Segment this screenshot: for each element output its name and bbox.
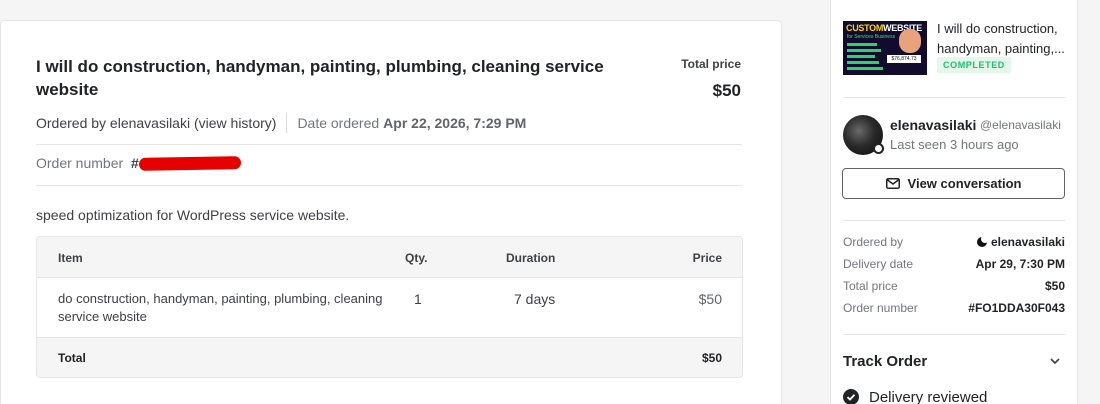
order-number-redaction [138,156,241,171]
chevron-down-icon[interactable] [1047,353,1063,369]
total-price-label-side: Total price [843,279,898,293]
order-number-value-side: #FO1DDA30F043 [968,301,1065,315]
status-dot-icon [873,143,884,154]
view-conversation-label: View conversation [907,176,1022,191]
status-badge: COMPLETED [937,57,1011,73]
table-header: Item Qty. Duration Price [37,237,742,278]
meta-divider [286,113,288,133]
order-number-label-side: Order number [843,301,918,315]
detail-row: Total price $50 [843,279,1065,295]
view-conversation-button[interactable]: View conversation [842,168,1065,199]
thumb-bar [847,67,883,70]
row-qty: 1 [414,291,422,307]
total-label: Total [58,351,86,365]
seller-username[interactable]: elenavasilaki [890,117,976,133]
thumb-bar [847,61,879,64]
thumb-headline-a: CUSTOM [846,23,884,33]
row-item: do construction, handyman, painting, plu… [58,290,383,326]
detail-row: Ordered by elenavasilaki [843,235,1065,251]
total-price-label: Total price [681,57,741,71]
ordered-by-text[interactable]: Ordered by elenavasilaki (view history) [36,115,276,131]
divider [36,144,742,145]
order-meta: Ordered by elenavasilaki (view history) … [36,113,526,133]
order-number-label: Order number [36,155,124,171]
row-item-line2: service website [58,309,147,324]
row-price: $50 [698,291,722,307]
header-price: Price [692,251,722,265]
order-description: speed optimization for WordPress service… [36,207,350,223]
gig-thumbnail[interactable]: CUSTOMWEBSITE for Services Business $76,… [843,21,927,75]
order-title: I will do construction, handyman, painti… [36,57,604,99]
check-circle-icon [843,389,859,404]
ordered-by-value[interactable]: elenavasilaki [991,235,1065,249]
track-order-toggle[interactable]: Track Order [843,353,1065,370]
order-number: Order number # [36,155,241,171]
divider [843,334,1065,335]
thumb-subtitle: for Services Business [847,34,896,40]
divider [843,97,1065,98]
header-duration: Duration [506,251,556,265]
order-number-hash: # [131,155,139,171]
delivery-reviewed-label: Delivery reviewed [869,389,988,404]
gig-title[interactable]: I will do construction, handyman, painti… [937,19,1067,59]
thumb-price: $76,874.73 [887,55,921,63]
moon-icon [976,235,989,247]
ordered-by-value-wrap: elenavasilaki [976,235,1065,249]
row-duration: 7 days [514,291,556,307]
last-seen: Last seen 3 hours ago [890,137,1019,152]
order-details-sidebar: CUSTOMWEBSITE for Services Business $76,… [830,0,1078,404]
avatar[interactable] [843,115,884,155]
seller-handle: @elenavasilaki [980,118,1061,132]
total-value: $50 [701,351,722,365]
date-ordered-label: Date ordered [297,115,380,131]
delivery-date-value: Apr 29, 7:30 PM [975,257,1065,271]
detail-row: Delivery date Apr 29, 7:30 PM [843,257,1065,273]
envelope-icon [885,178,900,189]
divider [36,185,742,186]
total-price-value: $50 [712,81,741,100]
row-item-line1: do construction, handyman, painting, plu… [58,291,383,306]
table-row: do construction, handyman, painting, plu… [37,278,742,338]
table-footer: Total $50 [37,338,742,377]
ordered-by-label: Ordered by [843,235,904,249]
header-item: Item [58,251,83,265]
thumb-bar [847,55,875,58]
divider [843,220,1065,221]
detail-row: Order number #FO1DDA30F043 [843,301,1065,317]
header-qty: Qty. [405,251,428,265]
thumb-face [899,29,921,53]
order-summary-card: I will do construction, handyman, painti… [0,20,782,404]
order-items-table: Item Qty. Duration Price do construction… [36,236,743,378]
delivery-date-label: Delivery date [843,257,914,271]
date-ordered-value: Apr 22, 2026, 7:29 PM [383,115,527,131]
total-price-value-side: $50 [1044,279,1065,293]
thumb-bar [847,43,877,46]
thumb-bar [847,49,881,52]
